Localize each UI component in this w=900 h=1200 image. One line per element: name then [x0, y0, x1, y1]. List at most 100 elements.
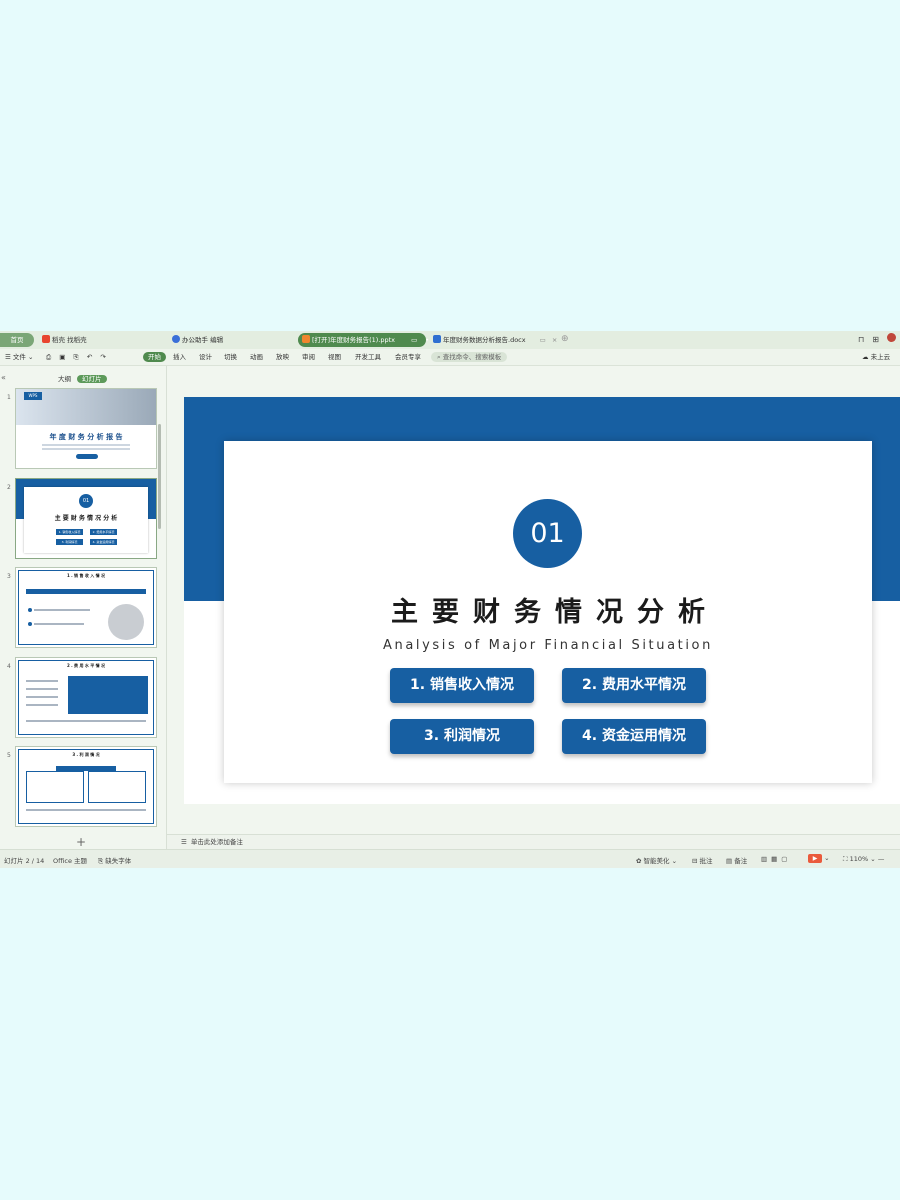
beautify-icon: ✿: [636, 857, 642, 865]
docer-icon: [42, 335, 50, 343]
ribbon-tab-insert[interactable]: 插入: [173, 352, 186, 362]
thumb-button: [76, 454, 98, 459]
ribbon-tab-transition[interactable]: 切换: [224, 352, 237, 362]
close-dot-icon[interactable]: •: [425, 336, 429, 344]
tab-pptx[interactable]: [打开]年度财务报告(1).pptx ▭ •: [298, 333, 429, 347]
thumb-text-line: [26, 696, 58, 698]
avatar[interactable]: [887, 333, 896, 342]
slide-thumbnail-1[interactable]: WPS 年 度 财 务 分 析 报 告: [15, 388, 157, 469]
slide-subtitle: Analysis of Major Financial Situation: [383, 638, 713, 653]
thumb-title: 1 . 销 售 收 入 情 况: [66, 573, 106, 578]
tab-docx[interactable]: 年度财务数据分析报告.docx ▭ ×: [433, 333, 557, 347]
section-button-funds: 4. 资金运用情况: [562, 719, 706, 754]
thumb-title: 3 . 利 润 情 况: [72, 752, 100, 757]
tab-docx-label: 年度财务数据分析报告.docx: [443, 336, 526, 344]
slide-counter: 幻灯片 2 / 14: [4, 857, 45, 865]
assistant-icon: [172, 335, 180, 343]
beautify-label: 智能美化: [643, 857, 670, 865]
file-menu[interactable]: ☰ 文件 ⌄: [5, 352, 33, 362]
ribbon-tab-member[interactable]: 会员专享: [395, 352, 421, 362]
thumb-text-line: [26, 720, 146, 722]
window-controls: ⊓ ⊞: [850, 333, 896, 344]
slide-thumbnail-2[interactable]: 01 主 要 财 务 情 况 分 析 1. 销售收入情况 2. 费用水平情况 3…: [15, 478, 157, 559]
smart-beautify-button[interactable]: ✿ 智能美化 ⌄: [636, 855, 677, 865]
zoom-control[interactable]: ⛶ 110% ⌄ —: [843, 855, 884, 864]
thumb-text-line: [34, 623, 84, 625]
zoom-level: 110%: [849, 855, 869, 863]
collapse-panel-icon[interactable]: «: [1, 373, 6, 382]
missing-font-label: 缺失字体: [105, 857, 132, 865]
comments-button[interactable]: ⊟ 批注: [692, 855, 713, 865]
ribbon: ☰ 文件 ⌄ ⎙ ▣ ⎘ ↶ ↷ 开始 插入 设计 切换 动画 放映 审阅 视图…: [0, 349, 900, 366]
tab-assistant-label: 办公助手 编辑: [182, 336, 224, 344]
docx-icon: [433, 335, 441, 343]
monitor-icon[interactable]: ▭: [540, 336, 546, 344]
thumb-text-line: [26, 688, 58, 690]
thumb-item: 2. 费用水平情况: [90, 529, 117, 535]
comments-label: 批注: [699, 857, 713, 865]
section-button-expenses: 2. 费用水平情况: [562, 668, 706, 703]
tab-assistant[interactable]: 办公助手 编辑: [172, 333, 223, 347]
notes-icon: ☰: [181, 838, 187, 846]
tab-home[interactable]: 首页: [0, 333, 34, 347]
tab-docer[interactable]: 稻壳 找稻壳: [42, 333, 87, 347]
ribbon-tab-design[interactable]: 设计: [199, 352, 212, 362]
slide-canvas: 01 主要财务情况分析 Analysis of Major Financial …: [167, 366, 900, 849]
close-icon[interactable]: ×: [552, 336, 557, 344]
notes-placeholder: 单击此处添加备注: [190, 838, 243, 846]
thumb-text-line: [26, 704, 58, 706]
thumb-box: [26, 771, 84, 803]
wps-presentation-window: 首页 稻壳 找稻壳 办公助手 编辑 [打开]年度财务报告(1).pptx ▭ •…: [0, 331, 900, 868]
note-icon: ▤: [726, 857, 733, 865]
notes-pane[interactable]: ☰ 单击此处添加备注: [167, 834, 900, 850]
slide-thumbnail-4[interactable]: 2 . 费 用 水 平 情 况: [15, 657, 157, 738]
new-tab-icon[interactable]: ⊕: [561, 334, 569, 344]
missing-font-status[interactable]: ⎘ 缺失字体: [98, 855, 131, 866]
thumbnail-scrollbar[interactable]: [158, 424, 161, 529]
ribbon-tab-animation[interactable]: 动画: [250, 352, 263, 362]
thumb-header-bar: [26, 589, 146, 594]
slide-thumbnail-3[interactable]: 1 . 销 售 收 入 情 况: [15, 567, 157, 648]
tab-outline[interactable]: 大纲: [58, 375, 71, 383]
tab-slides[interactable]: 幻灯片: [77, 375, 107, 383]
thumb-logo-tag: WPS: [24, 392, 42, 400]
play-slideshow-button[interactable]: ▶ ⌄: [808, 854, 830, 863]
theme-name[interactable]: Office 主题: [53, 855, 87, 865]
ribbon-tab-slideshow[interactable]: 放映: [276, 352, 289, 362]
layout-icon[interactable]: ⊓: [858, 335, 864, 344]
thumb-item: 1. 销售收入情况: [56, 529, 83, 535]
slide-number: 1: [7, 394, 11, 401]
monitor-icon[interactable]: ▭: [411, 336, 417, 344]
thumb-item: 3. 利润情况: [56, 539, 83, 545]
thumb-title: 主 要 财 务 情 况 分 析: [54, 515, 118, 522]
slide-number: 3: [7, 573, 11, 580]
notes-label: 备注: [734, 857, 748, 865]
slide-number: 2: [7, 484, 11, 491]
font-icon: ⎘: [98, 857, 104, 865]
command-search-input[interactable]: ⌕ 查找命令、搜索模板: [431, 352, 508, 362]
section-button-sales: 1. 销售收入情况: [390, 668, 534, 703]
thumb-bullet: [28, 608, 32, 612]
cloud-label: 未上云: [870, 353, 891, 361]
current-slide[interactable]: 01 主要财务情况分析 Analysis of Major Financial …: [184, 397, 900, 804]
status-bar: 幻灯片 2 / 14 Office 主题 ⎘ 缺失字体 ✿ 智能美化 ⌄ ⊟ 批…: [0, 849, 900, 868]
thumb-photo: [108, 604, 144, 640]
ribbon-tab-home[interactable]: 开始: [143, 352, 166, 362]
ribbon-tab-review[interactable]: 审阅: [302, 352, 315, 362]
thumb-title: 年 度 财 务 分 析 报 告: [49, 433, 123, 441]
panel-view-tabs: 大纲 幻灯片: [58, 373, 107, 383]
cloud-status[interactable]: ☁ 未上云: [862, 352, 890, 362]
section-number-badge: 01: [513, 499, 582, 568]
quick-access-icons[interactable]: ⎙ ▣ ⎘ ↶ ↷: [46, 352, 109, 362]
tab-bar: 首页 稻壳 找稻壳 办公助手 编辑 [打开]年度财务报告(1).pptx ▭ •…: [0, 331, 900, 350]
thumb-title: 2 . 费 用 水 平 情 况: [66, 663, 106, 668]
notes-button[interactable]: ▤ 备注: [726, 855, 747, 865]
ribbon-tab-view[interactable]: 视图: [328, 352, 341, 362]
thumb-item: 4. 资金运用情况: [90, 539, 117, 545]
fit-icon: ⛶: [843, 855, 848, 863]
slide-thumbnail-5[interactable]: 3 . 利 润 情 况: [15, 746, 157, 827]
add-slide-button[interactable]: +: [76, 835, 86, 849]
ribbon-tab-developer[interactable]: 开发工具: [355, 352, 381, 362]
view-mode-icons[interactable]: ▥▦▢: [761, 855, 791, 863]
grid-icon[interactable]: ⊞: [872, 335, 879, 344]
